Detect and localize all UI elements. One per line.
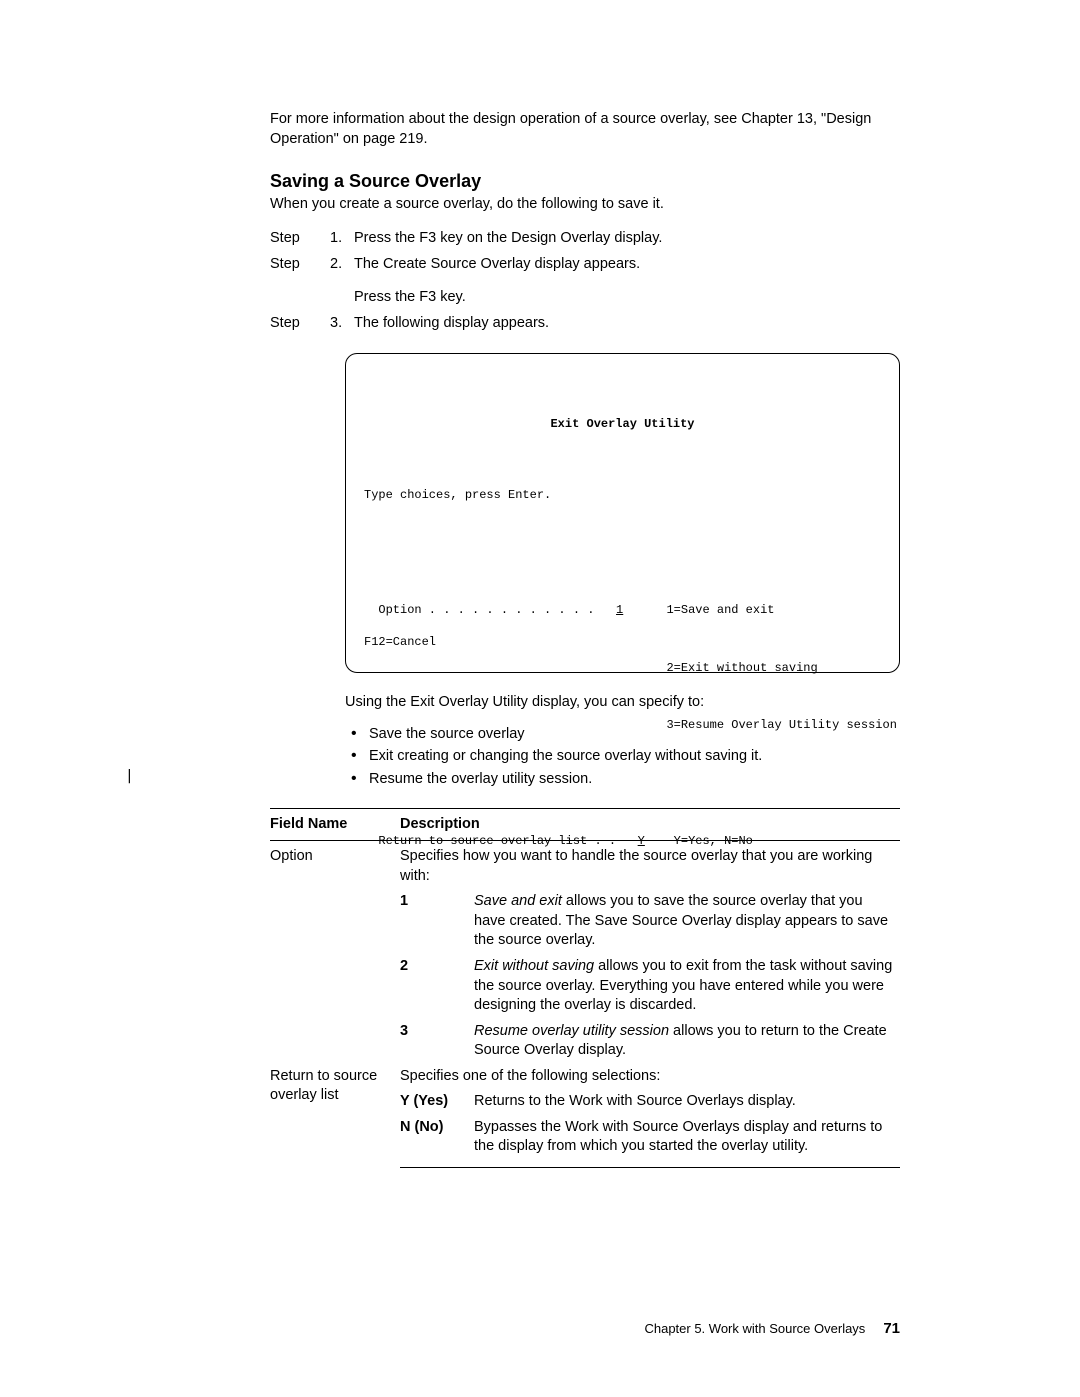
table-row: Return to source overlay list Specifies …: [270, 1061, 900, 1087]
opt-emph: Exit without saving: [474, 958, 594, 974]
step-text-line: The Create Source Overlay display appear…: [354, 256, 640, 272]
change-bar-icon: |: [125, 767, 134, 787]
terminal-return-row: Return to source overlay list . . Y Y=Ye…: [364, 832, 881, 851]
step-number: 1.: [330, 229, 354, 249]
yyes-desc: Returns to the Work with Source Overlays…: [474, 1086, 900, 1112]
opt-emph: Resume overlay utility session: [474, 1023, 669, 1039]
table-row: 2 Exit without saving allows you to exit…: [270, 951, 900, 1016]
section-lead: When you create a source overlay, do the…: [270, 195, 900, 215]
option-spacer: [623, 603, 666, 617]
return-value: Y: [638, 834, 645, 848]
page-footer: Chapter 5. Work with Source Overlays 71: [0, 1319, 1080, 1339]
step-label: Step: [270, 255, 330, 308]
terminal-option-row: Option . . . . . . . . . . . . 1 1=Save …: [364, 601, 881, 620]
terminal-blank: [364, 544, 881, 563]
step-3: Step 3. The following display appears.: [270, 314, 900, 334]
table-row: 3 Resume overlay utility session allows …: [270, 1016, 900, 1061]
option-label: Option . . . . . . . . . . . .: [364, 603, 616, 617]
page: For more information about the design op…: [0, 0, 1080, 1397]
return-label: Return to source overlay list . .: [364, 834, 638, 848]
footer-page-number: 71: [883, 1319, 900, 1339]
section-heading: Saving a Source Overlay: [270, 169, 900, 193]
return-spacer: [645, 834, 674, 848]
opt-key-2: 2: [400, 951, 474, 1016]
footer-chapter: Chapter 5. Work with Source Overlays: [644, 1320, 865, 1338]
terminal-option-desc-row: 2=Exit without saving: [364, 659, 881, 678]
opt-desc-2: Exit without saving allows you to exit f…: [474, 951, 900, 1016]
option-desc-3: 3=Resume Overlay Utility session: [666, 718, 896, 732]
option-indent: [364, 718, 666, 732]
opt-key-3: 3: [400, 1016, 474, 1061]
option-desc-1: 1=Save and exit: [666, 603, 774, 617]
intro-paragraph: For more information about the design op…: [270, 110, 900, 149]
yyes-key: Y (Yes): [400, 1086, 474, 1112]
terminal-footer: F12=Cancel: [364, 633, 436, 652]
step-text: Press the F3 key on the Design Overlay d…: [354, 229, 900, 249]
nno-desc: Bypasses the Work with Source Overlays d…: [474, 1112, 900, 1168]
steps-list: Step 1. Press the F3 key on the Design O…: [270, 229, 900, 333]
nno-key: N (No): [400, 1112, 474, 1168]
option-indent: [364, 661, 666, 675]
step-text: The following display appears.: [354, 314, 900, 334]
field-desc-return: Specifies one of the following selection…: [400, 1061, 900, 1087]
step-label: Step: [270, 314, 330, 334]
step-number: 2.: [330, 255, 354, 308]
step-number: 3.: [330, 314, 354, 334]
terminal-screen: Exit Overlay Utility Type choices, press…: [345, 353, 900, 673]
step-2: Step 2. The Create Source Overlay displa…: [270, 255, 900, 308]
terminal-option-desc-row: 3=Resume Overlay Utility session: [364, 716, 881, 735]
opt-desc-3: Resume overlay utility session allows yo…: [474, 1016, 900, 1061]
return-help: Y=Yes, N=No: [674, 834, 753, 848]
option-desc-2: 2=Exit without saving: [666, 661, 817, 675]
field-name-return: Return to source overlay list: [270, 1061, 400, 1168]
terminal-title: Exit Overlay Utility: [364, 415, 881, 434]
terminal-instruction: Type choices, press Enter.: [364, 486, 881, 505]
step-text: The Create Source Overlay display appear…: [354, 255, 900, 308]
step-label: Step: [270, 229, 330, 249]
step-subtext: Press the F3 key.: [354, 288, 900, 308]
terminal-blank: [364, 774, 881, 793]
step-1: Step 1. Press the F3 key on the Design O…: [270, 229, 900, 249]
